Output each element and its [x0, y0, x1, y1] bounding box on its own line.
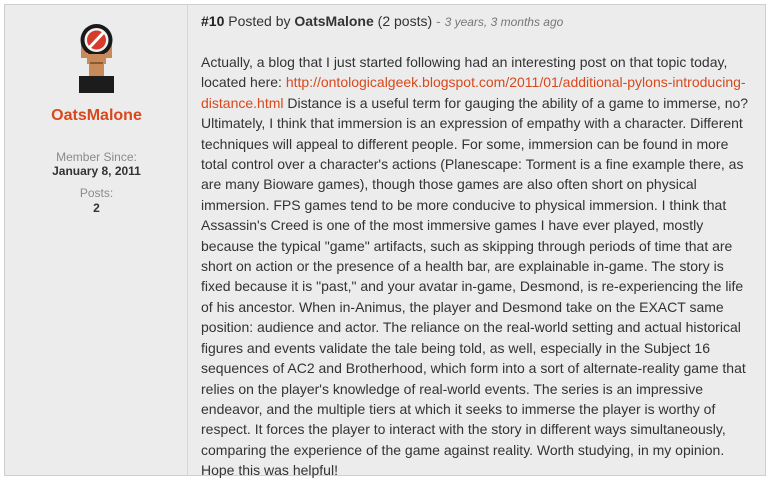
author-username[interactable]: OatsMalone — [5, 107, 188, 125]
header-separator: - — [436, 13, 441, 29]
post-count: (2 posts) — [377, 13, 433, 29]
post-body: Actually, a blog that I just started fol… — [201, 52, 755, 481]
posts-value: 2 — [93, 201, 100, 215]
post-timestamp: 3 years, 3 months ago — [444, 15, 564, 29]
post-author-link[interactable]: OatsMalone — [294, 13, 373, 29]
member-since-value: January 8, 2011 — [52, 164, 141, 178]
post-number[interactable]: #10 — [201, 13, 224, 29]
author-sidebar: OatsMalone Member Since: January 8, 2011… — [5, 5, 188, 475]
helmet-avatar-icon[interactable] — [78, 18, 115, 93]
posted-by-label: Posted by — [228, 13, 291, 29]
posts-label: Posts: — [79, 186, 114, 200]
forum-post: OatsMalone Member Since: January 8, 2011… — [4, 4, 766, 478]
post-body-main: Distance is a useful term for gauging th… — [201, 94, 749, 479]
member-since-label: Member Since: — [56, 150, 137, 164]
post-header: #10 Posted by OatsMalone (2 posts) - 3 y… — [201, 13, 563, 29]
